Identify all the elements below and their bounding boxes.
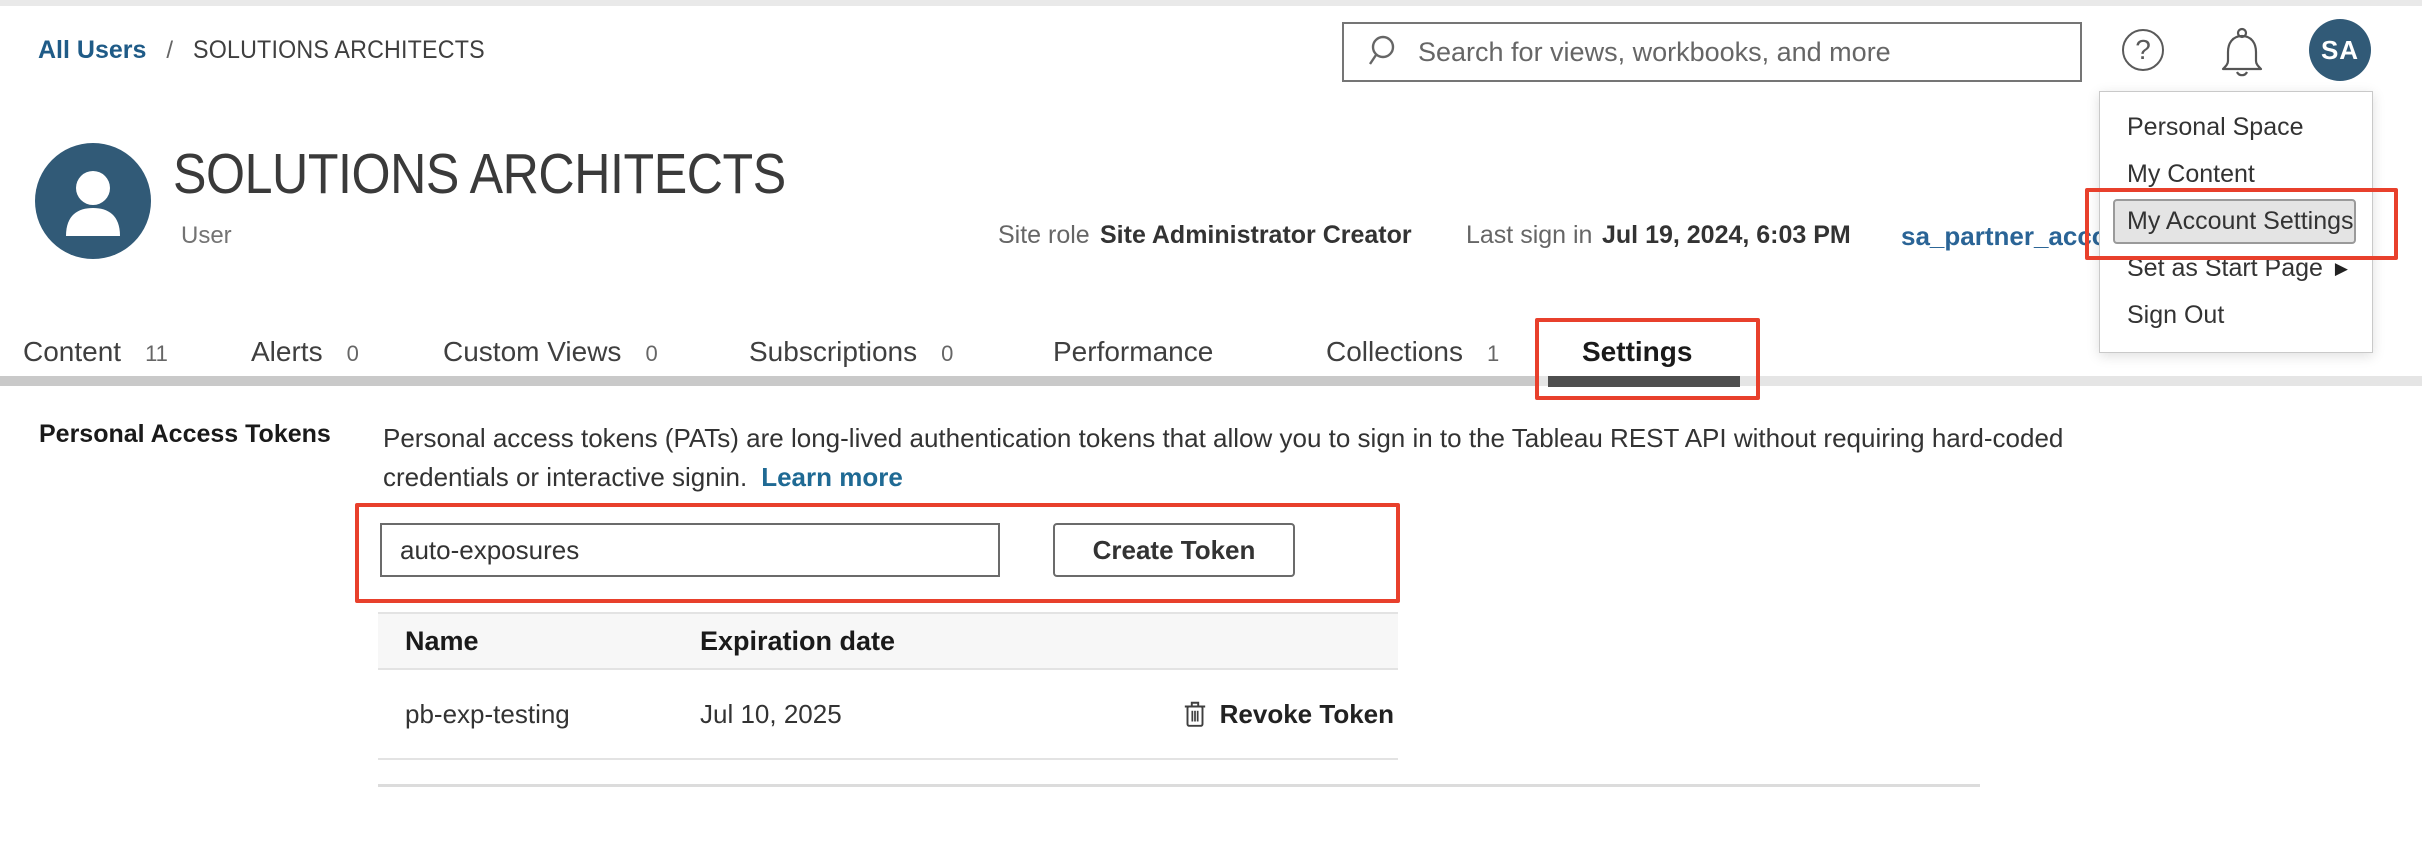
site-role-value: Site Administrator Creator	[1100, 221, 1412, 250]
tab-count: 11	[145, 341, 168, 367]
last-sign-in-value: Jul 19, 2024, 6:03 PM	[1602, 221, 1851, 250]
menu-item-my-content[interactable]: My Content	[2100, 151, 2372, 198]
tab-collections[interactable]: Collections 1	[1326, 336, 1499, 368]
active-tab-underline	[1548, 376, 1740, 387]
pat-description-line2: credentials or interactive signin.	[383, 462, 747, 492]
tab-settings[interactable]: Settings	[1582, 336, 1692, 368]
menu-item-my-account-settings[interactable]: My Account Settings	[2100, 198, 2372, 245]
revoke-token-button[interactable]: Revoke Token	[1182, 699, 1398, 730]
window-top-edge	[0, 0, 2422, 6]
tab-label: Subscriptions	[749, 336, 917, 368]
tab-track	[0, 376, 1535, 386]
create-token-button[interactable]: Create Token	[1053, 523, 1295, 577]
tab-subscriptions[interactable]: Subscriptions 0	[749, 336, 953, 368]
person-icon	[35, 143, 151, 259]
account-avatar-button[interactable]: SA	[2309, 19, 2371, 81]
user-avatar	[35, 143, 151, 259]
tab-custom-views[interactable]: Custom Views 0	[443, 336, 658, 368]
site-role-label: Site role	[998, 221, 1090, 250]
tableau-user-settings-page: All Users / SOLUTIONS ARCHITECTS ? SA Pe…	[0, 0, 2422, 850]
tab-label: Custom Views	[443, 336, 621, 368]
tab-label: Collections	[1326, 336, 1463, 368]
tab-label: Performance	[1053, 336, 1213, 368]
trash-icon	[1182, 699, 1208, 729]
tab-label: Settings	[1582, 336, 1692, 368]
menu-item-label: Set as Start Page	[2127, 254, 2323, 283]
last-sign-in-label: Last sign in	[1466, 221, 1592, 250]
tab-count: 1	[1487, 341, 1499, 367]
token-name-cell: pb-exp-testing	[378, 699, 700, 730]
search-box[interactable]	[1342, 22, 2082, 82]
tab-count: 0	[941, 341, 953, 367]
menu-item-highlight: My Account Settings	[2113, 199, 2356, 244]
token-expiration-cell: Jul 10, 2025	[700, 699, 1080, 730]
breadcrumb-all-users-link[interactable]: All Users	[38, 36, 146, 65]
submenu-arrow-icon: ▶	[2335, 259, 2348, 279]
learn-more-link[interactable]: Learn more	[761, 462, 903, 492]
tab-label: Content	[23, 336, 121, 368]
tokens-table: Name Expiration date pb-exp-testing Jul …	[378, 612, 1398, 760]
tokens-table-header: Name Expiration date	[378, 612, 1398, 670]
tab-label: Alerts	[251, 336, 323, 368]
tab-performance[interactable]: Performance	[1053, 336, 1213, 368]
menu-item-set-as-start-page[interactable]: Set as Start Page ▶	[2100, 245, 2372, 292]
pat-description: Personal access tokens (PATs) are long-l…	[383, 419, 2063, 497]
page-title: SOLUTIONS ARCHITECTS	[173, 141, 786, 207]
username-link[interactable]: sa_partner_accou	[1901, 221, 2124, 252]
token-name-input[interactable]	[380, 523, 1000, 577]
tab-count: 0	[645, 341, 657, 367]
search-icon	[1366, 33, 1402, 71]
section-heading-personal-access-tokens: Personal Access Tokens	[39, 420, 331, 449]
help-icon[interactable]: ?	[2122, 29, 2164, 71]
search-input[interactable]	[1416, 36, 2080, 69]
pat-description-line1: Personal access tokens (PATs) are long-l…	[383, 423, 2063, 453]
table-row: pb-exp-testing Jul 10, 2025 Revoke Token	[378, 670, 1398, 760]
notifications-bell-icon[interactable]	[2218, 26, 2266, 78]
revoke-token-label: Revoke Token	[1220, 699, 1394, 730]
breadcrumb: All Users / SOLUTIONS ARCHITECTS	[38, 36, 507, 65]
breadcrumb-current: SOLUTIONS ARCHITECTS	[193, 36, 485, 65]
menu-item-sign-out[interactable]: Sign Out	[2100, 292, 2372, 339]
menu-item-personal-space[interactable]: Personal Space	[2100, 104, 2372, 151]
column-header-name: Name	[378, 626, 700, 657]
column-header-expiration: Expiration date	[700, 626, 1080, 657]
tab-content[interactable]: Content 11	[23, 336, 168, 368]
tab-alerts[interactable]: Alerts 0	[251, 336, 359, 368]
tab-count: 0	[347, 341, 359, 367]
user-subtitle: User	[181, 222, 232, 250]
section-divider	[378, 784, 1980, 787]
avatar-initials: SA	[2321, 35, 2359, 66]
breadcrumb-separator: /	[166, 37, 173, 65]
account-dropdown-menu: Personal Space My Content My Account Set…	[2099, 91, 2373, 353]
